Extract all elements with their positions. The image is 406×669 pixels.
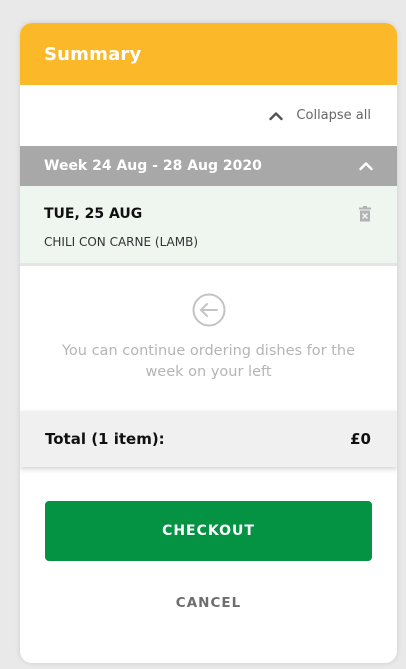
trash-icon[interactable]: [358, 206, 372, 222]
day-title: TUE, 25 AUG: [44, 206, 143, 222]
dish-name: CHILI CON CARNE (LAMB): [44, 235, 199, 249]
week-title: Week 24 Aug - 28 Aug 2020: [44, 158, 262, 174]
week-header[interactable]: Week 24 Aug - 28 Aug 2020: [20, 146, 397, 186]
continue-ordering-text: You can continue ordering dishes for the…: [61, 343, 356, 380]
collapse-all-button[interactable]: Collapse all: [20, 85, 397, 146]
chevron-up-icon: [268, 108, 284, 124]
cancel-button[interactable]: CANCEL: [20, 587, 397, 619]
circle-left-arrow-icon: [192, 293, 226, 327]
summary-title: Summary: [44, 43, 142, 65]
total-label: Total (1 item):: [45, 430, 165, 448]
collapse-all-label: Collapse all: [296, 108, 371, 123]
day-item: TUE, 25 AUG CHILI CON CARNE (LAMB): [20, 186, 397, 266]
continue-ordering-hint: You can continue ordering dishes for the…: [20, 266, 397, 411]
summary-header: Summary: [20, 23, 397, 85]
total-row: Total (1 item): £0: [20, 411, 397, 467]
checkout-button[interactable]: CHECKOUT: [45, 501, 372, 561]
summary-panel: Summary Collapse all Week 24 Aug - 28 Au…: [20, 23, 397, 663]
total-value: £0: [350, 430, 371, 448]
chevron-up-icon[interactable]: [357, 157, 375, 175]
